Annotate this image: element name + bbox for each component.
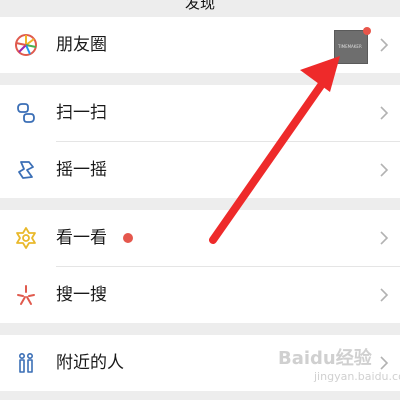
menu-item-scan[interactable]: 扫一扫 xyxy=(0,85,400,141)
menu-label-top-stories: 看一看 xyxy=(56,228,107,248)
menu-label-shake: 摇一摇 xyxy=(56,160,107,180)
thumbnail-text: TIMEMAKER xyxy=(338,44,362,49)
watermark: Baidu经验 jingyan.baidu.com xyxy=(278,344,400,390)
search-icon xyxy=(17,285,35,305)
chevron-right-icon xyxy=(380,106,389,120)
page-title: 发现 xyxy=(184,0,215,12)
chevron-right-icon xyxy=(380,163,389,177)
watermark-brand: Baidu经验 xyxy=(278,348,372,369)
moments-icon xyxy=(15,34,37,56)
menu-item-search[interactable]: 搜一搜 xyxy=(0,267,400,323)
top-stories-icon xyxy=(16,227,36,249)
top-stories-new-dot xyxy=(123,233,133,243)
scan-icon xyxy=(17,103,35,123)
menu-label-scan: 扫一扫 xyxy=(56,103,107,123)
shake-icon xyxy=(18,161,34,179)
moments-new-badge xyxy=(363,27,371,35)
watermark-url: jingyan.baidu.com xyxy=(314,370,400,383)
menu-label-moments: 朋友圈 xyxy=(56,35,107,55)
group-scan-shake: 扫一扫 摇一摇 xyxy=(0,85,400,198)
menu-item-shake[interactable]: 摇一摇 xyxy=(0,142,400,198)
menu-label-people-nearby: 附近的人 xyxy=(56,353,124,373)
menu-item-top-stories[interactable]: 看一看 xyxy=(0,210,400,266)
chevron-right-icon xyxy=(380,38,389,52)
chevron-right-icon xyxy=(380,288,389,302)
menu-label-search: 搜一搜 xyxy=(56,285,107,305)
chevron-right-icon xyxy=(380,231,389,245)
people-nearby-icon xyxy=(19,352,34,373)
top-bar: 发现 xyxy=(0,0,400,17)
moments-thumbnail[interactable]: TIMEMAKER xyxy=(334,27,371,64)
group-stories-search: 看一看 搜一搜 xyxy=(0,210,400,323)
